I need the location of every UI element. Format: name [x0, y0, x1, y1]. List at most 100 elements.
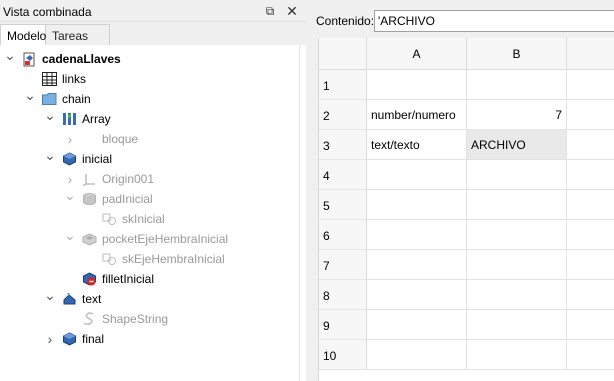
tree-item-pocketejehembrainicial[interactable]: ⌄ pocketEjeHembraInicial	[0, 227, 300, 249]
row-header[interactable]: 1	[319, 70, 367, 100]
row-header[interactable]: 7	[319, 250, 367, 280]
row-header[interactable]: 8	[319, 280, 367, 310]
tree-item-text[interactable]: ⌄ text	[0, 287, 300, 309]
grid-corner[interactable]	[319, 38, 367, 70]
cell-c3[interactable]	[567, 130, 614, 160]
pad-icon	[82, 192, 97, 206]
close-panel-icon[interactable]: ✕	[284, 3, 300, 19]
tree-item-skejehembrainicial[interactable]: skEjeHembraInicial	[0, 249, 300, 269]
cell-b5[interactable]	[467, 190, 567, 220]
cell-a7[interactable]	[367, 250, 467, 280]
tree-item-label: skInicial	[122, 212, 165, 226]
row-header[interactable]: 10	[319, 340, 367, 370]
cell-b1[interactable]	[467, 70, 567, 100]
chevron-down-icon[interactable]: ⌄	[44, 145, 56, 165]
row-header[interactable]: 6	[319, 220, 367, 250]
tree-item-inicial[interactable]: ⌄ inicial	[0, 147, 300, 169]
sketch-icon	[102, 252, 117, 266]
cell-b7[interactable]	[467, 250, 567, 280]
cell-b6[interactable]	[467, 220, 567, 250]
tree-item-shapestring[interactable]: ShapeString	[0, 309, 300, 329]
shapestring-icon	[82, 312, 97, 326]
cell-c5[interactable]	[567, 190, 614, 220]
cell-b8[interactable]	[467, 280, 567, 310]
chevron-down-icon[interactable]: ⌄	[44, 285, 56, 305]
tree-item-origin001[interactable]: › Origin001	[0, 169, 300, 189]
array-icon	[62, 112, 77, 126]
tab-modelo[interactable]: Modelo	[0, 24, 46, 46]
tree-item-label: pocketEjeHembraInicial	[102, 232, 229, 246]
cell-c4[interactable]	[567, 160, 614, 190]
tree-item-final[interactable]: › final	[0, 329, 300, 349]
tab-tareas[interactable]: Tareas	[46, 24, 110, 46]
cell-c8[interactable]	[567, 280, 614, 310]
tree-item-label: Array	[82, 112, 111, 126]
tree-item-label: bloque	[102, 132, 139, 146]
spreadsheet-icon	[42, 72, 57, 86]
chevron-down-icon[interactable]: ⌄	[64, 225, 76, 245]
row-header[interactable]: 2	[319, 100, 367, 130]
row-header[interactable]: 5	[319, 190, 367, 220]
cell-c6[interactable]	[567, 220, 614, 250]
tree-item-links[interactable]: links	[0, 69, 300, 89]
chevron-right-icon[interactable]: ›	[44, 329, 56, 349]
cell-a8[interactable]	[367, 280, 467, 310]
tree-item-label: chain	[62, 92, 91, 106]
cell-c1[interactable]	[567, 70, 614, 100]
folder-icon	[42, 92, 57, 106]
cell-a6[interactable]	[367, 220, 467, 250]
tree-item-cadenallaves[interactable]: ⌄ cadenaLlaves	[0, 47, 300, 69]
chevron-down-icon[interactable]: ⌄	[24, 85, 36, 105]
body-icon	[62, 152, 77, 166]
tree-item-label: padInicial	[102, 192, 153, 206]
model-tree: ⌄ cadenaLlaves links ⌄ chain ⌄ Array › bloque ⌄ in…	[0, 45, 300, 381]
cell-b3[interactable]: ARCHIVO	[467, 130, 567, 160]
tree-item-padinicial[interactable]: ⌄ padInicial	[0, 187, 300, 209]
tree-item-label: links	[62, 72, 87, 86]
origin-icon	[82, 172, 97, 187]
document-icon	[22, 52, 37, 67]
body-icon	[62, 332, 77, 346]
chevron-down-icon[interactable]: ⌄	[44, 105, 56, 125]
panel-tabs: Modelo Tareas	[0, 24, 306, 46]
cell-b4[interactable]	[467, 160, 567, 190]
column-header-a[interactable]: A	[367, 38, 467, 70]
sketch-icon	[102, 212, 117, 226]
cell-c7[interactable]	[567, 250, 614, 280]
cell-a2[interactable]: number/numero	[367, 100, 467, 130]
spreadsheet-grid: A B 1 2 number/numero 7 3 text/texto ARCHIVO 4 5 6 7…	[318, 38, 614, 381]
cell-b2[interactable]: 7	[467, 100, 567, 130]
tree-item-label: ShapeString	[102, 312, 169, 326]
tree-item-array[interactable]: ⌄ Array	[0, 107, 300, 129]
dock-title: Vista combinada	[3, 5, 92, 19]
contents-input[interactable]: 'ARCHIVO	[374, 10, 614, 32]
fillet-icon	[82, 272, 97, 286]
cell-a3[interactable]: text/texto	[367, 130, 467, 160]
cell-a10[interactable]	[367, 340, 467, 370]
row-header[interactable]: 3	[319, 130, 367, 160]
cell-c10[interactable]	[567, 340, 614, 370]
cell-a1[interactable]	[367, 70, 467, 100]
dock-title-bar: Vista combinada ⧉ ✕	[0, 0, 306, 22]
column-header-next[interactable]	[567, 38, 614, 70]
tree-item-label: inicial	[82, 152, 113, 166]
chevron-right-icon[interactable]: ›	[64, 129, 76, 149]
combined-view-panel: Vista combinada ⧉ ✕ Modelo Tareas ⌄ caden…	[0, 0, 306, 381]
cell-c9[interactable]	[567, 310, 614, 340]
cell-c2[interactable]	[567, 100, 614, 130]
cell-b9[interactable]	[467, 310, 567, 340]
tree-item-skinicial[interactable]: skInicial	[0, 209, 300, 229]
row-header[interactable]: 4	[319, 160, 367, 190]
tree-item-label: Origin001	[102, 172, 155, 186]
chevron-down-icon[interactable]: ⌄	[64, 185, 76, 205]
cell-b10[interactable]	[467, 340, 567, 370]
cell-a9[interactable]	[367, 310, 467, 340]
column-header-b[interactable]: B	[467, 38, 567, 70]
float-panel-icon[interactable]: ⧉	[262, 3, 278, 19]
tree-item-label: filletInicial	[102, 272, 155, 286]
cell-a4[interactable]	[367, 160, 467, 190]
chevron-down-icon[interactable]: ⌄	[4, 45, 16, 65]
row-header[interactable]: 9	[319, 310, 367, 340]
cell-a5[interactable]	[367, 190, 467, 220]
pocket-icon	[82, 232, 97, 246]
